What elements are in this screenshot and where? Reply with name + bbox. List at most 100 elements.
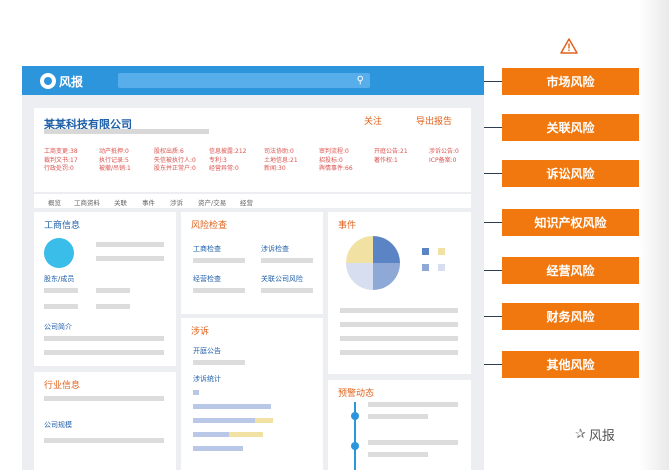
business-check-link[interactable]: 工商检查 [193, 244, 221, 254]
stat-item[interactable]: 股权出质:6 [154, 148, 209, 157]
bar-mark [193, 432, 229, 437]
placeholder-line [193, 288, 245, 293]
tab-overview[interactable]: 概览 [48, 197, 61, 207]
placeholder-line [368, 402, 458, 407]
company-header-card: 某某科技有限公司 关注 导出报告 工商变更:38 动产抵押:0 股权出质:6 信息披露… [34, 108, 471, 192]
litigation-stats-link[interactable]: 涉诉统计 [193, 374, 221, 384]
warning-triangle-icon [560, 38, 578, 54]
events-pie-chart [346, 236, 400, 290]
related-company-risk-link[interactable]: 关联公司风险 [261, 274, 303, 284]
stat-item[interactable]: 开庭公告:21 [374, 148, 429, 157]
stat-item[interactable]: 土地信息:21 [264, 157, 319, 166]
bar-mark [193, 404, 271, 409]
connector-line [484, 270, 502, 271]
top-bar: 风报 ⚲ [22, 66, 484, 95]
stat-item[interactable]: 招投标:0 [319, 157, 374, 166]
placeholder-line [44, 288, 78, 293]
placeholder-line [96, 304, 130, 309]
bar-mark [193, 418, 255, 423]
stat-item[interactable]: 工商变更:38 [44, 148, 99, 157]
search-icon[interactable]: ⚲ [357, 75, 364, 86]
stat-item[interactable]: 经营异常:0 [209, 165, 264, 174]
stats-row: 行政处罚:0 被撤/吊销:1 股东并正常户:0 经营异常:0 新闻:30 舆情事件:66 [44, 165, 484, 174]
placeholder-line [193, 360, 245, 365]
company-intro-link[interactable]: 公司简介 [44, 322, 72, 332]
placeholder-line [261, 258, 313, 263]
stat-item[interactable]: 司法协助:0 [264, 148, 319, 157]
legend-swatch [422, 248, 429, 255]
stat-item[interactable]: 被撤/吊销:1 [99, 165, 154, 174]
stat-item[interactable]: 审判流程:0 [319, 148, 374, 157]
follow-button[interactable]: 关注 [364, 114, 382, 127]
card-title: 事件 [338, 221, 357, 231]
card-title: 行业信息 [44, 381, 81, 391]
app-window: 风报 ⚲ 某某科技有限公司 关注 导出报告 工商变更:38 动产抵押:0 股权出质:… [22, 66, 484, 470]
hearing-notice-link[interactable]: 开庭公告 [193, 346, 221, 356]
export-report-button[interactable]: 导出报告 [416, 114, 452, 127]
litigation-risk-tag: 诉讼风险 [502, 160, 639, 187]
risk-check-card: 风险检查 工商检查 涉诉检查 经营检查 关联公司风险 [181, 212, 323, 314]
timeline-dot [351, 442, 359, 450]
placeholder-line [340, 308, 458, 313]
logo[interactable]: 风报 [40, 72, 100, 90]
placeholder-line [340, 322, 458, 327]
stat-item[interactable]: 著作权:1 [374, 157, 429, 166]
placeholder-line [44, 396, 164, 401]
events-card: 事件 [328, 212, 471, 374]
connector-line [484, 81, 502, 82]
shareholders-link[interactable]: 股东/成员 [44, 274, 74, 284]
connector-line [484, 316, 502, 317]
placeholder-line [44, 304, 78, 309]
bar-mark [229, 432, 263, 437]
tab-operations[interactable]: 经营 [240, 197, 253, 207]
stat-item[interactable]: ICP备案:0 [429, 157, 484, 166]
watermark-text: 风报 [588, 429, 615, 444]
stat-item[interactable]: 信息披露:212 [209, 148, 264, 157]
placeholder-line [261, 288, 313, 293]
placeholder-line [44, 336, 164, 341]
tab-litigation[interactable]: 涉诉 [170, 197, 183, 207]
placeholder-line [368, 452, 428, 457]
ip-risk-tag: 知识产权风险 [502, 209, 639, 236]
industry-info-card: 行业信息 公司规模 [34, 372, 176, 470]
tab-assets-trades[interactable]: 资产/交易 [198, 197, 226, 207]
placeholder-line [340, 336, 458, 341]
stats-row: 工商变更:38 动产抵押:0 股权出质:6 信息披露:212 司法协助:0 审判流程:0 开… [44, 148, 484, 157]
tab-relations[interactable]: 关联 [114, 197, 127, 207]
card-title: 涉诉 [191, 327, 210, 337]
tab-events[interactable]: 事件 [142, 197, 155, 207]
stat-item[interactable]: 专利:3 [209, 157, 264, 166]
tab-business-info[interactable]: 工商资料 [74, 197, 100, 207]
stat-item[interactable]: 新闻:30 [264, 165, 319, 174]
watermark: ✰ 风报 [575, 425, 615, 444]
stat-item[interactable]: 股东并正常户:0 [154, 165, 209, 174]
legend-swatch [422, 264, 429, 271]
placeholder-line [44, 350, 164, 355]
search-input[interactable]: ⚲ [118, 73, 370, 88]
connector-line [484, 364, 502, 365]
litigation-check-link[interactable]: 涉诉检查 [261, 244, 289, 254]
placeholder-line [193, 258, 245, 263]
stat-item[interactable]: 失信被执行人:0 [154, 157, 209, 166]
stat-item[interactable]: 涉诉公告:0 [429, 148, 484, 157]
avatar [44, 238, 74, 268]
placeholder-line [44, 129, 209, 134]
legend-swatch [438, 264, 445, 271]
company-scale-link[interactable]: 公司规模 [44, 420, 72, 430]
logo-text: 风报 [59, 74, 84, 89]
card-title: 风险检查 [191, 221, 228, 231]
stat-item[interactable]: 舆情事件:66 [319, 165, 374, 174]
bar-mark [193, 390, 199, 395]
finance-risk-tag: 财务风险 [502, 303, 639, 330]
stats-row: 裁判文书:17 执行记录:5 失信被执行人:0 专利:3 土地信息:21 招投标:0 著作权… [44, 157, 484, 166]
operation-check-link[interactable]: 经营检查 [193, 274, 221, 284]
market-risk-tag: 市场风险 [502, 68, 639, 95]
stat-item[interactable]: 动产抵押:0 [99, 148, 154, 157]
stat-item[interactable]: 裁判文书:17 [44, 157, 99, 166]
related-risk-tag: 关联风险 [502, 114, 639, 141]
stats-grid: 工商变更:38 动产抵押:0 股权出质:6 信息披露:212 司法协助:0 审判流程:0 开… [44, 148, 484, 174]
stat-item[interactable]: 执行记录:5 [99, 157, 154, 166]
placeholder-line [44, 438, 164, 443]
connector-line [484, 222, 502, 223]
stat-item[interactable]: 行政处罚:0 [44, 165, 99, 174]
